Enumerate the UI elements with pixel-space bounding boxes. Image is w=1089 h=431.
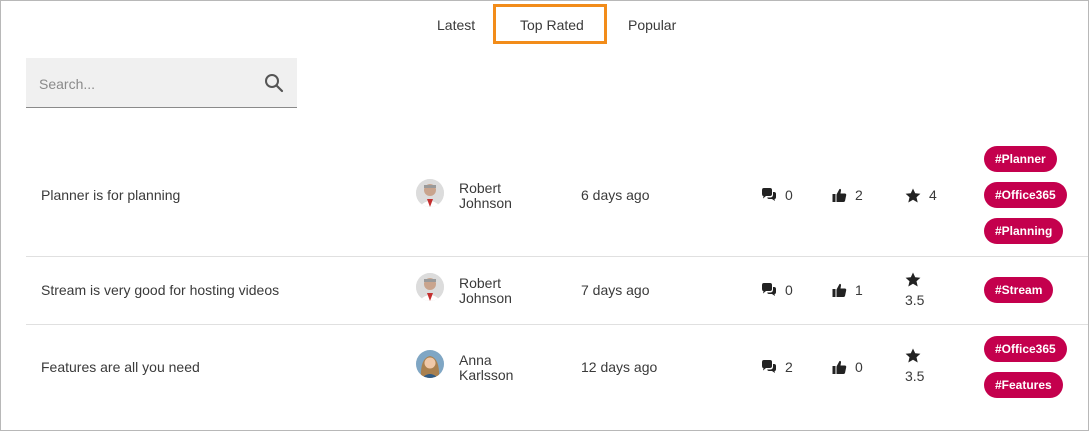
star-icon [905, 272, 921, 287]
rating: 4 [905, 187, 937, 203]
post-title[interactable]: Planner is for planning [41, 187, 180, 203]
thumbs-up-icon [832, 188, 847, 202]
avatar [416, 273, 444, 301]
comment-count: 0 [761, 187, 793, 203]
tab-popular[interactable]: Popular [628, 15, 676, 35]
tag-list: #Office365 #Features [984, 336, 1067, 398]
avatar [416, 350, 444, 378]
tab-latest[interactable]: Latest [437, 15, 475, 35]
like-count[interactable]: 2 [832, 187, 863, 203]
tag-list: #Stream [984, 277, 1054, 303]
post-title[interactable]: Stream is very good for hosting videos [41, 282, 279, 298]
search-input[interactable] [37, 72, 261, 96]
search-icon[interactable] [264, 73, 284, 93]
tag-badge[interactable]: #Office365 [984, 182, 1067, 208]
author-name: Robert Johnson [459, 275, 512, 306]
thumbs-up-icon [832, 283, 847, 297]
main-panel: Latest Top Rated Popular Planner is for … [0, 0, 1089, 431]
search-box [26, 58, 297, 108]
row-divider [26, 256, 1088, 257]
comment-count: 0 [761, 282, 793, 298]
like-count[interactable]: 1 [832, 282, 863, 298]
star-icon [905, 348, 921, 363]
comments-icon [762, 360, 776, 373]
tag-badge[interactable]: #Office365 [984, 336, 1067, 362]
row-divider [26, 324, 1088, 325]
post-title[interactable]: Features are all you need [41, 359, 200, 375]
avatar [416, 179, 444, 207]
tag-badge[interactable]: #Planner [984, 146, 1057, 172]
author-name: Robert Johnson [459, 180, 512, 211]
post-date: 12 days ago [581, 359, 658, 375]
post-date: 6 days ago [581, 187, 650, 203]
comments-icon [762, 188, 776, 201]
comments-icon [762, 283, 776, 296]
tab-top-rated[interactable]: Top Rated [520, 15, 584, 35]
tag-badge[interactable]: #Features [984, 372, 1063, 398]
like-count[interactable]: 0 [832, 359, 863, 375]
rating: 3.5 [905, 348, 924, 384]
author-name: Anna Karlsson [459, 352, 514, 383]
tag-list: #Planner #Office365 #Planning [984, 146, 1067, 244]
post-date: 7 days ago [581, 282, 650, 298]
thumbs-up-icon [832, 360, 847, 374]
tag-badge[interactable]: #Planning [984, 218, 1064, 244]
rating: 3.5 [905, 272, 924, 308]
tag-badge[interactable]: #Stream [984, 277, 1054, 303]
star-icon [905, 188, 921, 202]
tab-bar: Latest Top Rated Popular [1, 1, 1088, 47]
comment-count: 2 [761, 359, 793, 375]
